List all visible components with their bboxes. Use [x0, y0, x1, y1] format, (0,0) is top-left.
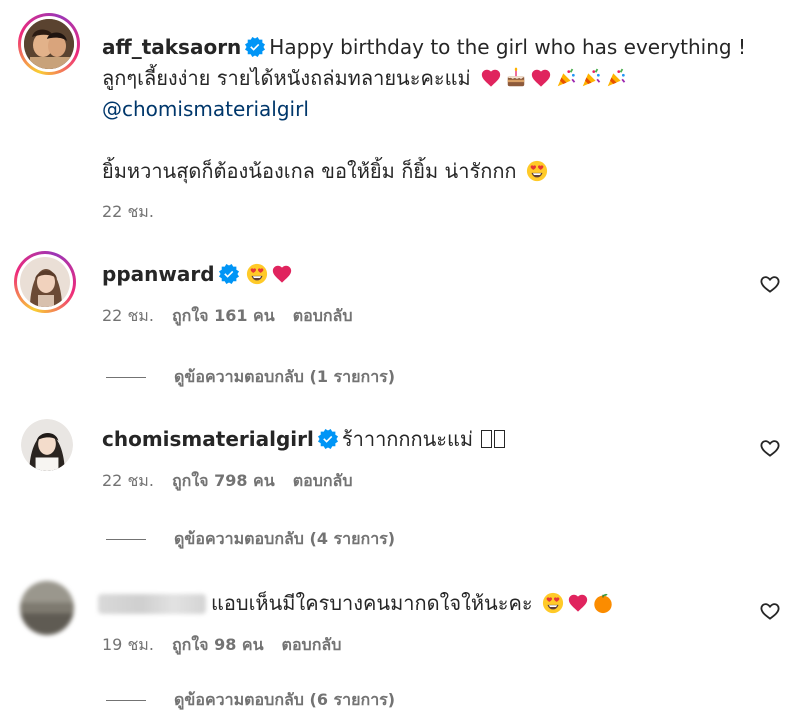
avatar-photo — [24, 19, 74, 69]
party-popper-emoji — [605, 67, 627, 89]
post-author-avatar[interactable] — [18, 13, 80, 75]
comment-likes[interactable]: ถูกใจ 161 คน — [172, 306, 275, 325]
comment-text: ร้าาากกกนะแม่ — [341, 427, 474, 451]
like-comment-heart-icon[interactable] — [759, 600, 781, 622]
missing-glyph-icon — [481, 430, 493, 448]
comment-likes[interactable]: ถูกใจ 798 คน — [172, 471, 275, 490]
comment-likes[interactable]: ถูกใจ 98 คน — [172, 635, 264, 654]
comment-row-1: ppanward — [102, 260, 293, 288]
view-replies-label: ดูข้อความตอบกลับ (4 รายการ) — [174, 529, 396, 548]
heart-eyes-emoji — [542, 592, 564, 614]
comment-time: 22 ชม. — [102, 471, 154, 490]
post-timestamp: 22 ชม. — [102, 200, 172, 225]
reply-button[interactable]: ตอบกลับ — [293, 471, 353, 490]
comment-row-3: แอบเห็นมีใครบางคนมากดใจให้นะคะ — [211, 589, 614, 617]
view-replies-label: ดูข้อความตอบกลับ (6 รายการ) — [174, 690, 396, 709]
replies-divider — [106, 377, 146, 378]
comment-time: 22 ชม. — [102, 306, 154, 325]
blurred-username — [98, 594, 206, 614]
avatar-photo — [20, 257, 70, 307]
reply-button[interactable]: ตอบกลับ — [282, 635, 342, 654]
post-caption-line-2: ลูกๆเลี้ยงง่าย รายได้หนังถล่มทลายนะคะแม่ — [102, 64, 627, 92]
caption-text-1: Happy birthday to the girl who has every… — [269, 35, 746, 59]
post-username[interactable]: aff_taksaorn — [102, 35, 241, 59]
tangerine-emoji — [592, 592, 614, 614]
red-heart-emoji — [567, 592, 589, 614]
like-comment-heart-icon[interactable] — [759, 273, 781, 295]
red-heart-emoji — [271, 263, 293, 285]
red-heart-emoji — [530, 67, 552, 89]
post-time: 22 ชม. — [102, 202, 154, 221]
comment-time: 19 ชม. — [102, 635, 154, 654]
red-heart-emoji — [480, 67, 502, 89]
avatar-photo — [21, 419, 73, 471]
verified-badge-icon — [318, 429, 338, 449]
verified-badge-icon — [245, 37, 265, 57]
heart-eyes-emoji — [526, 160, 548, 182]
caption-text-3: ยิ้มหวานสุดก็ต้องน้องเกล ขอให้ยิ้ม ก็ยิ้… — [102, 159, 517, 183]
view-replies-button[interactable]: ดูข้อความตอบกลับ (4 รายการ) — [106, 527, 395, 552]
view-replies-button[interactable]: ดูข้อความตอบกลับ (1 รายการ) — [106, 365, 395, 390]
replies-divider — [106, 700, 146, 701]
comment-username[interactable]: ppanward — [102, 262, 215, 286]
view-replies-button[interactable]: ดูข้อความตอบกลับ (6 รายการ) — [106, 688, 395, 713]
cake-emoji — [505, 67, 527, 89]
comment-text: แอบเห็นมีใครบางคนมากดใจให้นะคะ — [211, 591, 533, 615]
comment-avatar-ppanward[interactable] — [14, 251, 76, 313]
avatar-photo — [20, 581, 74, 635]
missing-glyph-icon — [494, 430, 506, 448]
replies-divider — [106, 539, 146, 540]
party-popper-emoji — [555, 67, 577, 89]
comment-avatar-blurred[interactable] — [20, 581, 74, 635]
comment-username[interactable]: chomismaterialgirl — [102, 427, 314, 451]
comment-row-2: chomismaterialgirl ร้าาากกกนะแม่ — [102, 425, 506, 453]
comment-avatar-chomismaterialgirl[interactable] — [21, 419, 73, 471]
verified-badge-icon — [219, 264, 239, 284]
comment-meta-2: 22 ชม. ถูกใจ 798 คน ตอบกลับ — [102, 469, 371, 494]
view-replies-label: ดูข้อความตอบกลับ (1 รายการ) — [174, 367, 396, 386]
comment-meta-3: 19 ชม. ถูกใจ 98 คน ตอบกลับ — [102, 633, 359, 658]
heart-eyes-emoji — [246, 263, 268, 285]
comment-meta-1: 22 ชม. ถูกใจ 161 คน ตอบกลับ — [102, 304, 371, 329]
post-caption-line-1: aff_taksaorn Happy birthday to the girl w… — [102, 33, 746, 61]
caption-text-2: ลูกๆเลี้ยงง่าย รายได้หนังถล่มทลายนะคะแม่ — [102, 66, 471, 90]
reply-button[interactable]: ตอบกลับ — [293, 306, 353, 325]
like-comment-heart-icon[interactable] — [759, 437, 781, 459]
mention-link[interactable]: @chomismaterialgirl — [102, 95, 309, 123]
post-caption-line-3: ยิ้มหวานสุดก็ต้องน้องเกล ขอให้ยิ้ม ก็ยิ้… — [102, 157, 548, 185]
party-popper-emoji — [580, 67, 602, 89]
